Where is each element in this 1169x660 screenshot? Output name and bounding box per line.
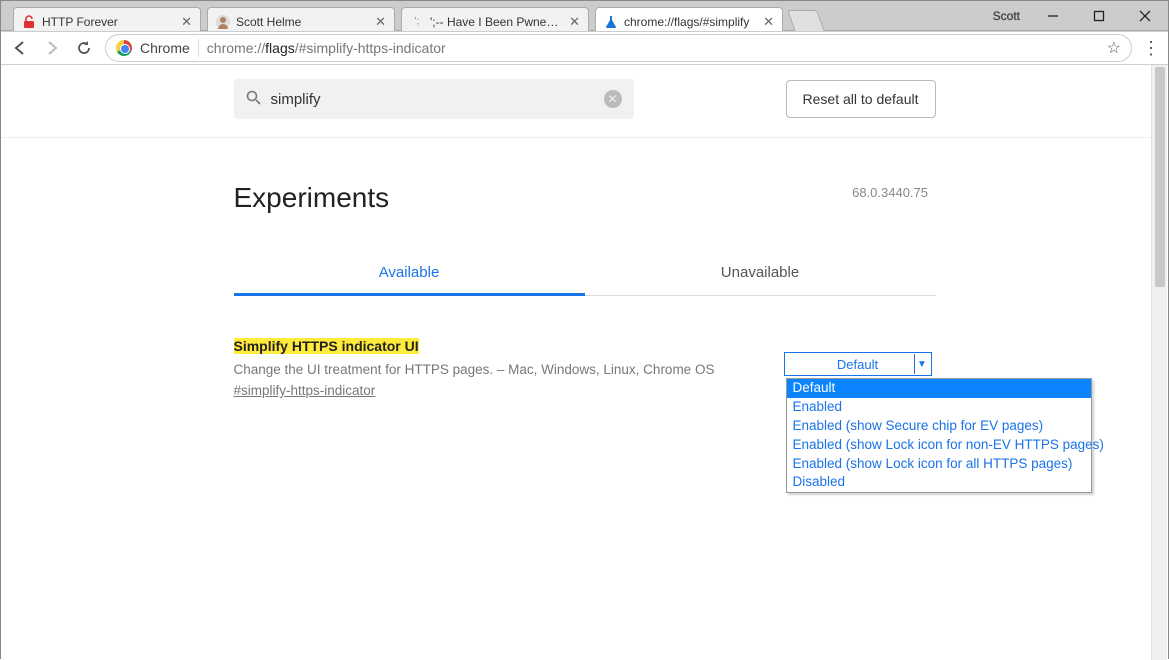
divider: [198, 39, 199, 57]
tab-unavailable[interactable]: Unavailable: [585, 250, 936, 295]
tab-title: HTTP Forever: [42, 15, 175, 29]
dropdown-option[interactable]: Enabled (show Lock icon for all HTTPS pa…: [787, 455, 1091, 474]
flag-entry: Simplify HTTPS indicator UI Change the U…: [234, 338, 936, 398]
page-title: Experiments: [234, 182, 936, 214]
tab-close-icon[interactable]: ✕: [375, 14, 386, 30]
back-button[interactable]: [9, 37, 31, 59]
text-favicon-icon: ';: [410, 15, 424, 29]
search-value: simplify: [271, 91, 594, 108]
window-minimize-button[interactable]: [1030, 1, 1076, 31]
tab-label: Unavailable: [721, 264, 799, 281]
dropdown-option[interactable]: Disabled: [787, 473, 1091, 492]
chrome-icon: [116, 40, 132, 56]
scrollbar-thumb[interactable]: [1155, 67, 1165, 287]
url-path: /#simplify-https-indicator: [295, 40, 446, 56]
lock-open-icon: [22, 15, 36, 29]
tab-available[interactable]: Available: [234, 250, 585, 295]
tab-close-icon[interactable]: ✕: [181, 14, 192, 30]
flag-select-dropdown: Default Enabled Enabled (show Secure chi…: [786, 378, 1092, 493]
dropdown-option[interactable]: Enabled (show Lock icon for non-EV HTTPS…: [787, 436, 1091, 455]
window-user-label: Scott: [993, 9, 1020, 23]
url-host: flags: [265, 40, 295, 56]
tab-title: ';-- Have I Been Pwned: Chec: [430, 15, 563, 29]
tab-close-icon[interactable]: ✕: [569, 14, 580, 30]
browser-toolbar: Chrome chrome://flags/#simplify-https-in…: [1, 31, 1168, 65]
window-maximize-button[interactable]: [1076, 1, 1122, 31]
dropdown-option[interactable]: Enabled: [787, 398, 1091, 417]
avatar-icon: [216, 15, 230, 29]
version-label: 68.0.3440.75: [852, 185, 928, 200]
vertical-scrollbar[interactable]: [1151, 65, 1167, 660]
browser-menu-button[interactable]: ⋮: [1142, 39, 1160, 57]
url-scheme-label: Chrome: [140, 40, 190, 56]
divider: [1, 137, 1168, 138]
flag-hash-link[interactable]: #simplify-https-indicator: [234, 383, 376, 398]
chevron-down-icon: ▼: [914, 354, 930, 374]
dropdown-option[interactable]: Enabled (show Secure chip for EV pages): [787, 417, 1091, 436]
flag-title: Simplify HTTPS indicator UI: [234, 338, 419, 354]
bookmark-star-icon[interactable]: ☆: [1107, 38, 1121, 58]
reset-all-button[interactable]: Reset all to default: [786, 80, 936, 118]
page-viewport: simplify ✕ Reset all to default Experime…: [1, 65, 1168, 660]
tab-label: Available: [379, 264, 440, 281]
page-content: simplify ✕ Reset all to default Experime…: [234, 65, 936, 398]
address-bar[interactable]: Chrome chrome://flags/#simplify-https-in…: [105, 34, 1132, 62]
flask-icon: [604, 15, 618, 29]
reload-button[interactable]: [73, 37, 95, 59]
select-value: Default: [837, 357, 878, 372]
reset-label: Reset all to default: [803, 91, 919, 107]
experiments-search-input[interactable]: simplify ✕: [234, 79, 634, 119]
search-icon: [246, 90, 261, 109]
window-close-button[interactable]: [1122, 1, 1168, 31]
tab-title: Scott Helme: [236, 15, 369, 29]
dropdown-option[interactable]: Default: [787, 379, 1091, 398]
url-text: chrome://flags/#simplify-https-indicator: [207, 40, 1099, 56]
clear-search-icon[interactable]: ✕: [604, 90, 622, 108]
url-gray: chrome://: [207, 40, 265, 56]
forward-button[interactable]: [41, 37, 63, 59]
tab-title: chrome://flags/#simplify: [624, 15, 757, 29]
flag-select[interactable]: Default ▼: [784, 352, 932, 376]
tab-close-icon[interactable]: ✕: [763, 14, 774, 30]
experiments-tabs: Available Unavailable: [234, 250, 936, 296]
